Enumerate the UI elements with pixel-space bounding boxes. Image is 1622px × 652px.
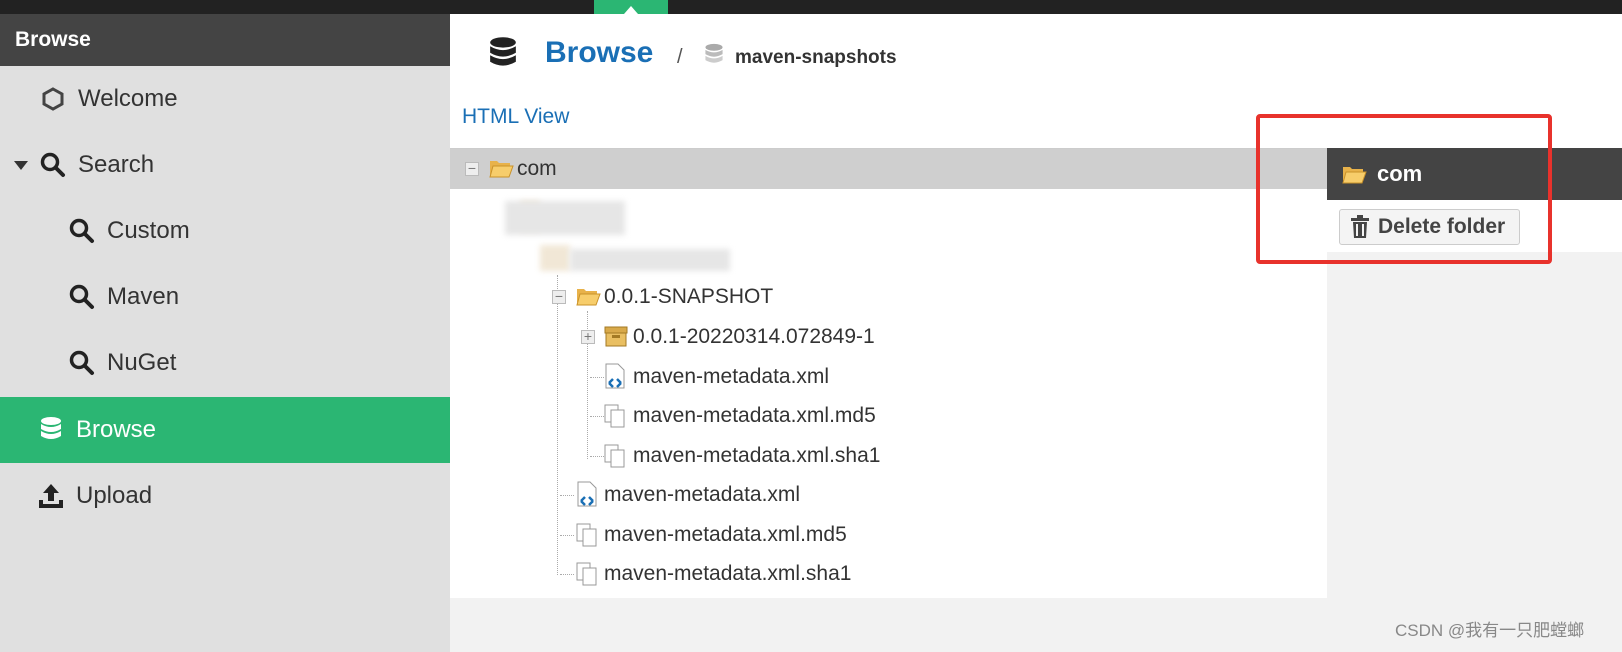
search-icon <box>67 216 97 246</box>
active-tab-caret <box>624 6 638 14</box>
tree-node-label: maven-metadata.xml.sha1 <box>633 444 881 467</box>
sidebar-item-search[interactable]: Search <box>0 132 450 198</box>
search-icon <box>38 150 68 180</box>
breadcrumb-repository: maven-snapshots <box>735 47 897 68</box>
file-icon <box>603 403 629 429</box>
active-mode-tab[interactable] <box>594 0 668 14</box>
xml-file-icon <box>603 363 629 389</box>
sidebar-item-upload[interactable]: Upload <box>0 463 450 529</box>
redacted-tree-row <box>505 201 625 235</box>
search-icon <box>67 348 97 378</box>
sidebar: Browse Welcome Search Custom Maven NuGet <box>0 14 450 652</box>
expand-toggle[interactable]: + <box>581 329 595 344</box>
tree-node-label: maven-metadata.xml <box>633 365 830 388</box>
tree-node-file[interactable]: maven-metadata.xml.sha1 <box>450 436 1327 476</box>
tree-node-com[interactable]: − com <box>450 149 1327 189</box>
breadcrumb-root[interactable]: Browse <box>545 36 653 70</box>
sidebar-header: Browse <box>0 14 450 66</box>
sidebar-item-nuget[interactable]: NuGet <box>0 330 450 396</box>
sidebar-item-label: Welcome <box>78 85 178 112</box>
tree-node-label: maven-metadata.xml <box>604 483 801 506</box>
collapse-toggle[interactable]: − <box>552 289 566 304</box>
sidebar-item-label: Search <box>78 151 155 178</box>
sidebar-item-label: NuGet <box>107 349 177 376</box>
tree-node-label: com <box>517 157 557 180</box>
tree-node-component[interactable]: + 0.0.1-20220314.072849-1 <box>450 317 1327 357</box>
redacted-tree-label <box>570 249 730 271</box>
search-icon <box>67 282 97 312</box>
sidebar-item-browse[interactable]: Browse <box>0 397 450 463</box>
package-icon <box>603 323 629 349</box>
upload-icon <box>36 481 66 511</box>
sidebar-item-label: Browse <box>76 416 157 443</box>
sidebar-item-welcome[interactable]: Welcome <box>0 66 450 132</box>
watermark: CSDN @我有一只肥螳螂 <box>1395 621 1585 640</box>
file-icon <box>575 522 601 548</box>
breadcrumb-separator: / <box>677 46 683 68</box>
tree-node-file[interactable]: maven-metadata.xml.sha1 <box>450 554 1327 594</box>
sidebar-item-label: Custom <box>107 217 190 244</box>
component-tree: − com − 0.0.1-SNAPSHOT + 0.0.1-20220314.… <box>450 148 1327 598</box>
tree-node-label: maven-metadata.xml.sha1 <box>604 562 852 585</box>
collapse-toggle[interactable]: − <box>465 161 479 176</box>
database-icon <box>36 415 66 445</box>
file-icon <box>575 561 601 587</box>
tree-node-file[interactable]: maven-metadata.xml <box>450 357 1327 397</box>
sidebar-item-label: Upload <box>76 482 153 509</box>
main-content: Browse / maven-snapshots HTML View − com <box>450 14 1622 652</box>
folder-open-icon <box>575 284 601 310</box>
redacted-folder-icon <box>540 245 570 271</box>
folder-open-icon <box>488 156 514 182</box>
caret-down-icon[interactable] <box>14 160 28 170</box>
xml-file-icon <box>575 481 601 507</box>
tree-node-label: 0.0.1-20220314.072849-1 <box>633 325 875 348</box>
tree-node-label: maven-metadata.xml.md5 <box>633 404 876 427</box>
annotation-highlight-box <box>1256 114 1552 264</box>
tree-node-label: 0.0.1-SNAPSHOT <box>604 285 774 308</box>
sidebar-item-custom[interactable]: Custom <box>0 198 450 264</box>
html-view-link[interactable]: HTML View <box>462 105 569 129</box>
repository-icon <box>703 43 725 72</box>
top-bar <box>0 0 1622 14</box>
file-icon <box>603 443 629 469</box>
tree-node-label: maven-metadata.xml.md5 <box>604 523 847 546</box>
sidebar-item-maven[interactable]: Maven <box>0 264 450 330</box>
hexagon-icon <box>38 84 68 114</box>
tree-node-file[interactable]: maven-metadata.xml.md5 <box>450 396 1327 436</box>
tree-node-file[interactable]: maven-metadata.xml <box>450 475 1327 515</box>
tree-node-snapshot-version[interactable]: − 0.0.1-SNAPSHOT <box>450 277 1327 317</box>
sidebar-item-label: Maven <box>107 283 180 310</box>
tree-node-file[interactable]: maven-metadata.xml.md5 <box>450 515 1327 555</box>
database-icon <box>486 36 520 77</box>
